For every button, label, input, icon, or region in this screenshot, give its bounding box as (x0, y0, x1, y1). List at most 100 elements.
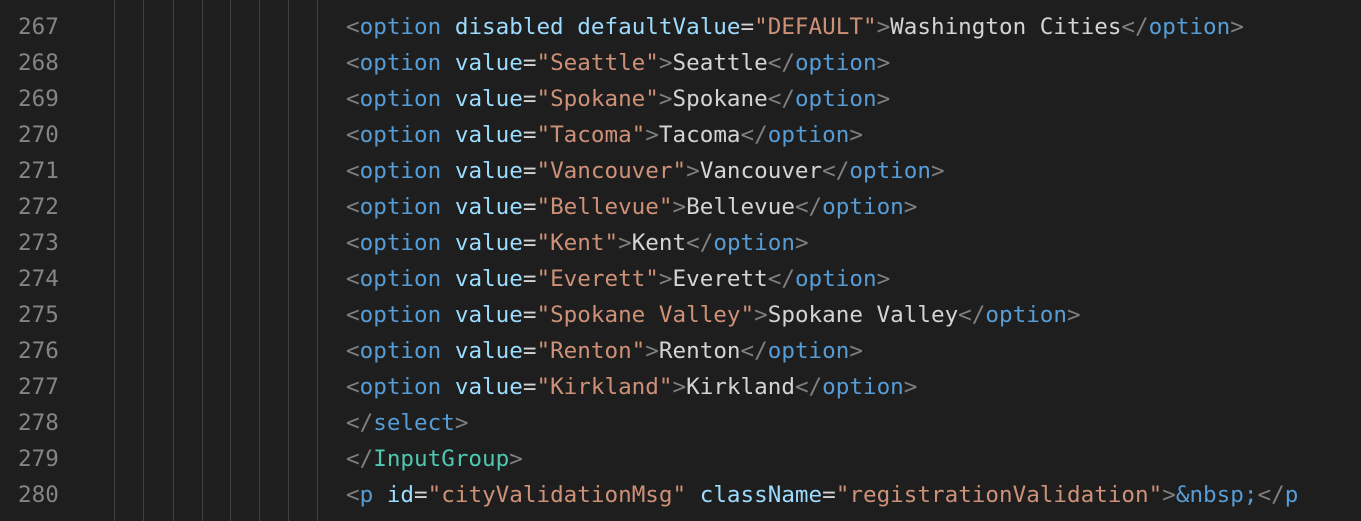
code-token: value (454, 86, 523, 112)
code-token: option (359, 338, 442, 364)
code-line[interactable]: 276 <option value="Renton">Renton</option… (0, 333, 1361, 369)
code-token: > (1162, 482, 1176, 508)
code-token: Seattle (672, 50, 768, 76)
code-token: </ (1121, 14, 1149, 40)
code-content[interactable]: <option value="Spokane">Spokane</option> (346, 81, 890, 117)
code-token: option (794, 266, 877, 292)
code-token: = (522, 194, 537, 220)
code-token: Kent (631, 230, 687, 256)
code-token: Everett (672, 266, 768, 292)
code-content[interactable]: <option value="Renton">Renton</option> (346, 333, 863, 369)
code-token: option (359, 14, 442, 40)
code-token: = (522, 122, 537, 148)
code-token: > (645, 338, 659, 364)
code-content[interactable]: <option value="Everett">Everett</option> (346, 261, 890, 297)
code-content[interactable]: <option value="Tacoma">Tacoma</option> (346, 117, 863, 153)
code-token: className (699, 482, 823, 508)
code-token: &nbsp; (1175, 482, 1258, 508)
code-token: option (713, 230, 795, 256)
code-line[interactable]: 271 <option value="Vancouver">Vancouver</… (0, 153, 1361, 189)
code-token: > (672, 194, 687, 220)
code-token: < (346, 194, 360, 220)
code-line[interactable]: 278 </select> (0, 405, 1361, 441)
code-token: < (346, 482, 360, 508)
code-line[interactable]: 275 <option value="Spokane Valley">Spokan… (0, 297, 1361, 333)
line-number: 268 (18, 50, 59, 76)
code-token: option (822, 374, 904, 400)
code-line[interactable]: 272 <option value="Bellevue">Bellevue</op… (0, 189, 1361, 225)
code-token: </ (794, 374, 823, 400)
code-token: value (454, 266, 523, 292)
code-token: > (903, 194, 918, 220)
code-token: value (454, 194, 523, 220)
code-line[interactable]: 267 <option disabled defaultValue="DEFAUL… (0, 9, 1361, 45)
code-content[interactable]: <option disabled defaultValue="DEFAULT">… (346, 9, 1244, 45)
code-content[interactable]: <option value="Bellevue">Bellevue</optio… (346, 189, 917, 225)
code-token: > (849, 338, 863, 364)
code-token: > (658, 50, 673, 76)
code-token: disabled (454, 14, 564, 40)
code-token: p (1284, 482, 1299, 508)
code-token: "Spokane Valley" (536, 302, 755, 328)
code-token: > (794, 230, 809, 256)
code-token: = (522, 50, 537, 76)
code-token: = (522, 374, 537, 400)
code-token: Spokane Valley (767, 302, 959, 328)
code-token: option (359, 86, 442, 112)
code-line[interactable]: 273 <option value="Kent">Kent</option> (0, 225, 1361, 261)
code-token: = (522, 266, 537, 292)
code-token: < (346, 14, 360, 40)
code-content[interactable]: <option value="Spokane Valley">Spokane V… (346, 297, 1081, 333)
code-token: > (509, 446, 523, 472)
code-token: </ (740, 122, 768, 148)
code-content[interactable]: <option value="Kirkland">Kirkland</optio… (346, 369, 917, 405)
code-line[interactable]: 268 <option value="Seattle">Seattle</opti… (0, 45, 1361, 81)
code-editor[interactable]: / , / , , 267<option disabled defaultVal… (0, 0, 1361, 521)
code-token: defaultValue (577, 14, 741, 40)
code-line[interactable]: 274 <option value="Everett">Everett</opti… (0, 261, 1361, 297)
code-token: value (454, 338, 523, 364)
code-token: > (454, 410, 469, 436)
code-token: "Everett" (536, 266, 659, 292)
code-content[interactable]: <option value="Kent">Kent</option> (346, 225, 809, 261)
code-content[interactable]: <option value="Vancouver">Vancouver</opt… (346, 153, 945, 189)
code-content[interactable]: </InputGroup> (346, 441, 523, 477)
line-number: 274 (18, 266, 59, 292)
line-number: 280 (18, 482, 59, 508)
code-token: "Kirkland" (536, 374, 673, 400)
code-token: > (903, 374, 918, 400)
code-line[interactable]: 279 </InputGroup> (0, 441, 1361, 477)
code-token: option (359, 230, 442, 256)
line-number: 273 (18, 230, 59, 256)
code-token: value (454, 374, 523, 400)
code-token: Spokane (672, 86, 768, 112)
code-content[interactable]: <p id="cityValidationMsg" className="reg… (346, 477, 1298, 513)
code-content[interactable]: </select> (346, 405, 468, 441)
code-line[interactable]: 269 <option value="Spokane">Spokane</opti… (0, 81, 1361, 117)
code-token: </ (346, 446, 374, 472)
code-line[interactable]: 277 <option value="Kirkland">Kirkland</op… (0, 369, 1361, 405)
code-token: Tacoma (658, 122, 741, 148)
code-token: = (740, 14, 755, 40)
code-token: </ (958, 302, 986, 328)
code-token: < (346, 230, 360, 256)
code-token: = (522, 338, 537, 364)
code-line[interactable]: 280 <p id="cityValidationMsg" className="… (0, 477, 1361, 513)
line-number: 279 (18, 446, 59, 472)
code-token: > (672, 374, 687, 400)
code-token: </ (767, 50, 795, 76)
code-token: "Kent" (536, 230, 619, 256)
code-token: </ (346, 410, 374, 436)
code-line[interactable]: 270 <option value="Tacoma">Tacoma</option… (0, 117, 1361, 153)
code-token: "Bellevue" (536, 194, 673, 220)
code-token: > (876, 50, 891, 76)
code-content[interactable]: <option value="Seattle">Seattle</option> (346, 45, 890, 81)
code-token: = (522, 302, 537, 328)
code-token: "DEFAULT" (754, 14, 877, 40)
code-token: option (849, 158, 931, 184)
